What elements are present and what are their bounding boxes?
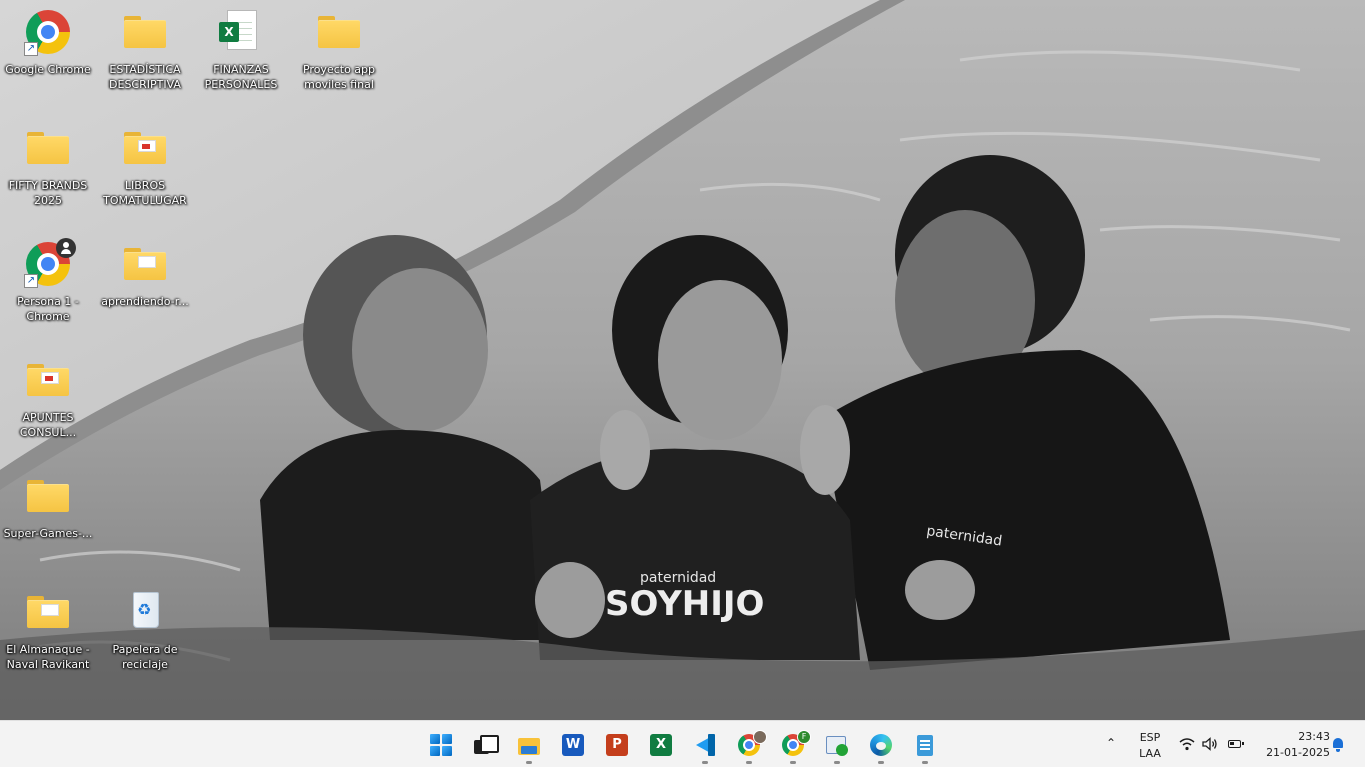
taskbar-chrome-profile-1[interactable] bbox=[729, 725, 769, 765]
desktop-icon-finanzas-personales[interactable]: X FINANZAS PERSONALES bbox=[196, 4, 286, 108]
show-hidden-icons-chevron-up-icon[interactable]: ⌃ bbox=[1102, 734, 1120, 752]
chrome-profile-icon: ↗ bbox=[24, 238, 76, 288]
vscode-icon bbox=[694, 734, 716, 756]
running-indicator bbox=[878, 761, 884, 764]
folder-icon bbox=[315, 8, 363, 56]
desktop-icon-label: Proyecto app moviles final bbox=[302, 63, 376, 91]
taskbar: W P X F ⌃ ESP LAA 23:43 21-01-2025 bbox=[0, 720, 1365, 767]
media-player-icon bbox=[826, 734, 848, 756]
windows-start-icon bbox=[430, 734, 452, 756]
excel-icon: X bbox=[650, 734, 672, 756]
taskbar-powerpoint[interactable]: P bbox=[597, 725, 637, 765]
desktop-icon-el-almanaque[interactable]: El Almanaque - Naval Ravikant bbox=[3, 584, 93, 688]
wifi-icon[interactable] bbox=[1178, 735, 1196, 753]
word-icon: W bbox=[562, 734, 584, 756]
language-indicator[interactable]: ESP LAA bbox=[1130, 729, 1170, 761]
folder-icon bbox=[121, 124, 169, 172]
clock[interactable]: 23:43 21-01-2025 bbox=[1254, 728, 1330, 762]
taskbar-word[interactable]: W bbox=[553, 725, 593, 765]
battery-icon[interactable] bbox=[1226, 735, 1244, 753]
excel-file-icon: X bbox=[217, 8, 265, 56]
start-button[interactable] bbox=[421, 725, 461, 765]
chrome-icon: ↗ bbox=[24, 8, 72, 56]
volume-icon[interactable] bbox=[1201, 735, 1219, 753]
running-indicator bbox=[526, 761, 532, 764]
folder-icon bbox=[121, 240, 169, 288]
profile-letter-badge: F bbox=[797, 730, 811, 744]
desktop-icon-label: LIBROS TOMATULUGAR bbox=[103, 179, 187, 207]
desktop-icon-label: ESTADÍSTICA DESCRIPTIVA bbox=[109, 63, 181, 91]
folder-icon bbox=[24, 124, 72, 172]
keyboard-layout: LAA bbox=[1139, 747, 1161, 760]
running-indicator bbox=[922, 761, 928, 764]
language-code: ESP bbox=[1139, 731, 1161, 744]
wallpaper-photo: paternidad SOYHIJO paternidad bbox=[0, 0, 1365, 720]
edge-icon bbox=[870, 734, 892, 756]
running-indicator bbox=[790, 761, 796, 764]
taskbar-notepad[interactable] bbox=[905, 725, 945, 765]
desktop-icon-label: FIFTY BRANDS 2025 bbox=[8, 179, 88, 207]
folder-icon bbox=[24, 588, 72, 636]
desktop-icon-proyecto-app[interactable]: Proyecto app moviles final bbox=[294, 4, 384, 108]
desktop-icon-label: APUNTES CONSUL... bbox=[19, 411, 77, 439]
taskbar-chrome-profile-f[interactable]: F bbox=[773, 725, 813, 765]
shirt-text-large: SOYHIJO bbox=[605, 584, 764, 624]
desktop-icon-libros-tomatulugar[interactable]: LIBROS TOMATULUGAR bbox=[100, 120, 190, 224]
desktop-icon-label: aprendiendo-r... bbox=[101, 295, 189, 308]
running-indicator bbox=[702, 761, 708, 764]
desktop-wallpaper: paternidad SOYHIJO paternidad bbox=[0, 0, 1365, 720]
desktop-icon-google-chrome[interactable]: ↗ Google Chrome bbox=[3, 4, 93, 108]
notifications-bell-icon[interactable] bbox=[1329, 735, 1347, 753]
desktop-icon-apuntes-consul[interactable]: APUNTES CONSUL... bbox=[3, 352, 93, 456]
taskbar-vscode[interactable] bbox=[685, 725, 725, 765]
folder-icon bbox=[24, 472, 72, 520]
profile-avatar-icon bbox=[753, 730, 767, 744]
folder-icon bbox=[121, 8, 169, 56]
desktop-icon-estadistica-descriptiva[interactable]: ESTADÍSTICA DESCRIPTIVA bbox=[100, 4, 190, 108]
desktop-icon-fifty-brands[interactable]: FIFTY BRANDS 2025 bbox=[3, 120, 93, 224]
task-view-button[interactable] bbox=[465, 725, 505, 765]
taskbar-excel[interactable]: X bbox=[641, 725, 681, 765]
clock-time: 23:43 bbox=[1298, 730, 1330, 743]
taskbar-media-player[interactable] bbox=[817, 725, 857, 765]
notepad-icon bbox=[914, 734, 936, 756]
file-explorer-icon bbox=[518, 734, 540, 756]
folder-icon bbox=[24, 356, 72, 404]
desktop-icon-label: Super-Games-... bbox=[3, 527, 93, 540]
desktop-icon-aprendiendo-r[interactable]: aprendiendo-r... bbox=[100, 236, 190, 340]
running-indicator bbox=[834, 761, 840, 764]
desktop-icon-persona-1-chrome[interactable]: ↗ Persona 1 - Chrome bbox=[3, 236, 93, 340]
desktop-icon-papelera-de-reciclaje[interactable]: Papelera de reciclaje bbox=[100, 584, 190, 688]
clock-date: 21-01-2025 bbox=[1266, 746, 1330, 759]
task-view-icon bbox=[474, 734, 499, 756]
taskbar-file-explorer[interactable] bbox=[509, 725, 549, 765]
desktop-icon-label: Google Chrome bbox=[5, 63, 91, 76]
desktop-icon-label: El Almanaque - Naval Ravikant bbox=[6, 643, 90, 671]
desktop-icon-label: Persona 1 - Chrome bbox=[17, 295, 79, 323]
desktop-icon-super-games[interactable]: Super-Games-... bbox=[3, 468, 93, 572]
running-indicator bbox=[746, 761, 752, 764]
taskbar-edge[interactable] bbox=[861, 725, 901, 765]
recycle-bin-icon bbox=[121, 588, 169, 636]
desktop-icon-label: FINANZAS PERSONALES bbox=[204, 63, 278, 91]
desktop-icon-label: Papelera de reciclaje bbox=[112, 643, 178, 671]
powerpoint-icon: P bbox=[606, 734, 628, 756]
